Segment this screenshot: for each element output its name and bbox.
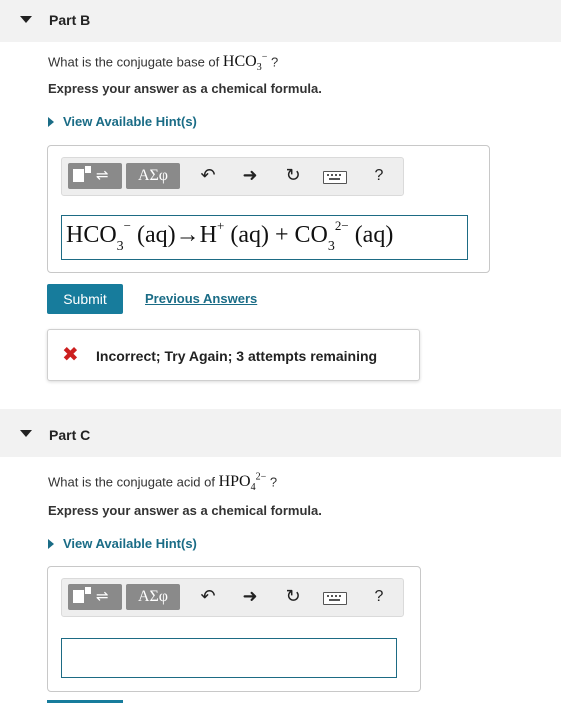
expand-triangle-icon bbox=[48, 116, 54, 127]
keyboard-icon[interactable] bbox=[322, 163, 347, 189]
math-toolbar: ⇌ AΣφ ↶ ➜ ↻ ? bbox=[61, 578, 404, 617]
part-c-header[interactable]: Part C bbox=[0, 409, 561, 457]
template-icon bbox=[73, 590, 84, 603]
greek-symbols-button[interactable]: AΣφ bbox=[126, 584, 180, 610]
redo-icon[interactable]: ➜ bbox=[238, 584, 262, 610]
collapse-triangle-icon[interactable] bbox=[20, 16, 32, 23]
part-b-hint-toggle[interactable]: View Available Hint(s) bbox=[48, 114, 197, 129]
question-text: What is the conjugate acid of bbox=[48, 474, 215, 490]
part-b-header[interactable]: Part B bbox=[0, 0, 561, 42]
entered-answer: HCO3− (aq)→H+ (aq) + CO32− (aq) bbox=[66, 218, 394, 254]
greek-symbols-button[interactable]: AΣφ bbox=[126, 163, 180, 189]
part-c-answer-input[interactable] bbox=[61, 638, 397, 678]
submit-button[interactable]: Submit bbox=[47, 284, 123, 314]
collapse-triangle-icon[interactable] bbox=[20, 430, 32, 437]
part-b-answer-box: ⇌ AΣφ ↶ ➜ ↻ ? HCO3− (aq)→H+ (aq) + CO32−… bbox=[47, 145, 490, 273]
template-icon bbox=[73, 169, 84, 182]
redo-icon[interactable]: ➜ bbox=[238, 163, 262, 189]
expand-triangle-icon bbox=[48, 538, 54, 549]
keyboard-icon[interactable] bbox=[322, 584, 347, 610]
feedback-message: ✖ Incorrect; Try Again; 3 attempts remai… bbox=[47, 329, 420, 381]
question-text: What is the conjugate base of bbox=[48, 54, 220, 70]
question-formula: HCO3− bbox=[222, 52, 268, 74]
part-c-question: What is the conjugate acid of HPO42− ? bbox=[48, 472, 278, 494]
question-formula: HPO42− bbox=[218, 472, 267, 494]
help-button[interactable]: ? bbox=[367, 163, 391, 189]
part-b-instructions: Express your answer as a chemical formul… bbox=[48, 81, 322, 96]
part-c-answer-box: ⇌ AΣφ ↶ ➜ ↻ ? bbox=[47, 566, 421, 692]
reset-icon[interactable]: ↻ bbox=[281, 163, 305, 189]
templates-button[interactable]: ⇌ bbox=[68, 584, 122, 610]
part-b-question: What is the conjugate base of HCO3− ? bbox=[48, 52, 279, 74]
part-c-hint-toggle[interactable]: View Available Hint(s) bbox=[48, 536, 197, 551]
undo-icon[interactable]: ↶ bbox=[196, 163, 220, 189]
reset-icon[interactable]: ↻ bbox=[281, 584, 305, 610]
part-b-answer-input[interactable]: HCO3− (aq)→H+ (aq) + CO32− (aq) bbox=[61, 215, 468, 260]
part-c-title: Part C bbox=[49, 427, 91, 443]
math-toolbar: ⇌ AΣφ ↶ ➜ ↻ ? bbox=[61, 157, 404, 196]
part-c-instructions: Express your answer as a chemical formul… bbox=[48, 503, 322, 518]
incorrect-icon: ✖ bbox=[62, 342, 79, 366]
previous-answers-link[interactable]: Previous Answers bbox=[145, 291, 257, 306]
templates-button[interactable]: ⇌ bbox=[68, 163, 122, 189]
help-button[interactable]: ? bbox=[367, 584, 391, 610]
part-b-title: Part B bbox=[49, 12, 91, 28]
undo-icon[interactable]: ↶ bbox=[196, 584, 220, 610]
feedback-text: Incorrect; Try Again; 3 attempts remaini… bbox=[96, 348, 378, 364]
